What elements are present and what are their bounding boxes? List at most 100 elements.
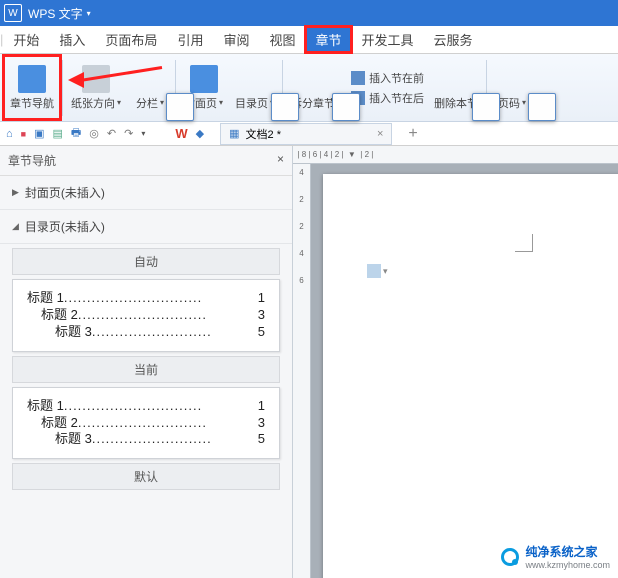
document-canvas: | 8 | 6 | 4 | 2 | ▼ | 2 | 4 2 2 4 6 ▾ — [293, 146, 618, 578]
nav-panel-title: 章节导航 — [8, 152, 56, 169]
toc-dots: .............................. — [64, 290, 258, 307]
qat-save-icon[interactable]: ■ — [21, 129, 26, 139]
triangle-right-icon: ▶ — [12, 187, 19, 198]
tab-cloud[interactable]: 云服务 — [424, 26, 483, 53]
new-tab-icon[interactable]: + — [408, 125, 417, 143]
watermark-brand: 纯净系统之家 — [525, 545, 597, 559]
paper-direction-label: 纸张方向 — [71, 95, 115, 111]
toc-button[interactable]: 目录页▾ — [229, 56, 280, 119]
title-bar: W WPS 文字 ▾ — [0, 0, 618, 26]
watermark-url: www.kzmyhome.com — [525, 560, 610, 570]
toc-row-title: 标题 1 — [27, 290, 64, 307]
cover-icon — [190, 65, 218, 93]
watermark: 纯净系统之家 www.kzmyhome.com — [501, 543, 610, 570]
vertical-ruler[interactable]: 4 2 2 4 6 — [293, 164, 311, 578]
quick-access-toolbar: ⌂ ■ ▣ ▤ 🖶 ◎ ↶ ↷ ▾ W ◆ ▦ 文档2 * × + — [0, 122, 618, 146]
page-number-label: 页码 — [498, 95, 520, 111]
toc-dots: .............................. — [64, 398, 258, 415]
close-panel-icon[interactable]: × — [277, 152, 284, 169]
toc-row-title: 标题 3 — [55, 324, 92, 341]
chevron-down-icon: ▾ — [219, 98, 223, 107]
tab-view[interactable]: 视图 — [259, 26, 305, 53]
qat-print-icon[interactable]: 🖶 — [71, 124, 81, 143]
insert-before-icon — [351, 71, 365, 85]
cloud-icon[interactable]: ◆ — [196, 127, 204, 140]
toc-row-title: 标题 2 — [41, 307, 78, 324]
chapter-nav-button[interactable]: 章节导航 — [4, 56, 60, 119]
toc-preview-auto[interactable]: 标题 1..............................1 标题 2… — [12, 279, 280, 352]
nav-cover-label: 封面页(未插入) — [25, 184, 105, 201]
nav-toc-label: 目录页(未插入) — [25, 218, 105, 235]
toc-dots: ............................ — [78, 415, 258, 432]
nav-current-header: 当前 — [12, 356, 280, 383]
toc-dots: ............................ — [78, 307, 258, 324]
toc-row-title: 标题 2 — [41, 415, 78, 432]
app-title: WPS 文字 — [28, 5, 83, 22]
toc-row-title: 标题 1 — [27, 398, 64, 415]
horizontal-ruler[interactable]: | 8 | 6 | 4 | 2 | ▼ | 2 | — [293, 146, 618, 164]
toc-preview-current[interactable]: 标题 1..............................1 标题 2… — [12, 387, 280, 460]
tab-layout[interactable]: 页面布局 — [95, 26, 167, 53]
chevron-down-icon: ▾ — [117, 98, 121, 107]
chevron-down-icon: ▾ — [160, 98, 164, 107]
qat-open-icon[interactable]: ▣ — [34, 127, 44, 140]
insert-after-label: 插入节在后 — [369, 90, 424, 106]
page-number-icon — [528, 93, 556, 121]
page-margin-corner — [515, 234, 533, 252]
qat-redo-icon[interactable]: ↷ — [124, 127, 133, 140]
qat-export-icon[interactable]: ▤ — [53, 127, 63, 140]
columns-label: 分栏 — [136, 95, 158, 111]
tab-ref[interactable]: 引用 — [167, 26, 213, 53]
toc-row-page: 1 — [258, 398, 265, 415]
insert-after-button[interactable]: 插入节在后 — [351, 89, 424, 107]
toc-row-page: 3 — [258, 307, 265, 324]
toc-row-title: 标题 3 — [55, 431, 92, 448]
toc-row-page: 3 — [258, 415, 265, 432]
tab-start[interactable]: 开始 — [3, 26, 49, 53]
delete-section-button[interactable]: 删除本节 — [428, 56, 484, 119]
doc-icon: ▦ — [229, 127, 239, 140]
tab-dev[interactable]: 开发工具 — [352, 26, 424, 53]
nav-panel-header: 章节导航 × — [0, 146, 292, 176]
paste-options-icon[interactable] — [367, 264, 381, 278]
main-area: 章节导航 × ▶ 封面页(未插入) ◢ 目录页(未插入) 自动 标题 1....… — [0, 146, 618, 578]
insert-before-label: 插入节在前 — [369, 70, 424, 86]
app-dropdown-icon[interactable]: ▾ — [87, 9, 91, 18]
ribbon-tabs: | 开始 插入 页面布局 引用 审阅 视图 章节 开发工具 云服务 — [0, 26, 618, 54]
ribbon-divider — [62, 60, 63, 116]
document-tab[interactable]: ▦ 文档2 * × — [220, 123, 392, 145]
toc-icon — [271, 93, 299, 121]
qat-preview-icon[interactable]: ◎ — [89, 127, 99, 140]
close-tab-icon[interactable]: × — [377, 128, 383, 140]
watermark-logo-icon — [501, 548, 519, 566]
columns-button[interactable]: 分栏▾ — [127, 56, 173, 119]
toc-row-page: 5 — [258, 324, 265, 341]
tab-insert[interactable]: 插入 — [49, 26, 95, 53]
tab-chapter[interactable]: 章节 — [305, 26, 351, 53]
paper-direction-button[interactable]: 纸张方向▾ — [65, 56, 127, 119]
chapter-nav-panel: 章节导航 × ▶ 封面页(未插入) ◢ 目录页(未插入) 自动 标题 1....… — [0, 146, 293, 578]
chapter-nav-icon — [18, 65, 46, 93]
toc-row-page: 1 — [258, 290, 265, 307]
wps-logo-icon: W — [4, 4, 22, 22]
document-page[interactable]: ▾ — [323, 174, 618, 578]
document-tab-label: 文档2 * — [246, 126, 281, 142]
qat-home-icon[interactable]: ⌂ — [6, 128, 13, 140]
paper-direction-icon — [82, 65, 110, 93]
nav-auto-header: 自动 — [12, 248, 280, 275]
qat-more-icon[interactable]: ▾ — [141, 129, 145, 138]
toc-dots: .......................... — [92, 431, 258, 448]
wps-app-icon[interactable]: W — [175, 126, 187, 141]
toc-label: 目录页 — [235, 95, 268, 111]
qat-undo-icon[interactable]: ↶ — [107, 127, 116, 140]
nav-cover-item[interactable]: ▶ 封面页(未插入) — [0, 176, 292, 210]
nav-section-auto: 自动 标题 1..............................1 标… — [12, 248, 280, 490]
insert-before-button[interactable]: 插入节在前 — [351, 69, 424, 87]
tab-review[interactable]: 审阅 — [213, 26, 259, 53]
columns-icon — [166, 93, 194, 121]
nav-toc-item[interactable]: ◢ 目录页(未插入) — [0, 210, 292, 244]
delete-section-icon — [472, 93, 500, 121]
toc-row-page: 5 — [258, 431, 265, 448]
chevron-down-icon: ▾ — [522, 98, 526, 107]
chapter-nav-label: 章节导航 — [10, 95, 54, 111]
